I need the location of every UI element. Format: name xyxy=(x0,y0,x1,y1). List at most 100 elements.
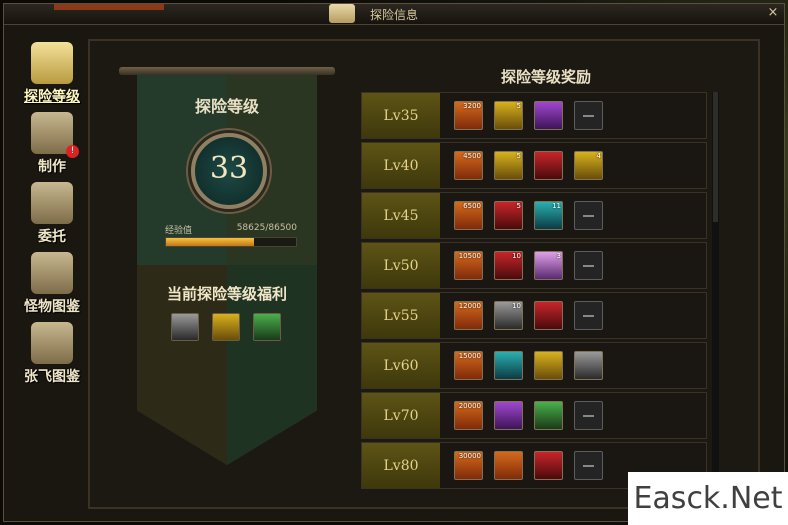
gray-item-icon[interactable]: 10 xyxy=(494,301,523,330)
gems-item-icon[interactable]: 5 xyxy=(494,101,523,130)
window-title: 探险信息 xyxy=(369,8,418,22)
gold-item-icon[interactable]: 30000 xyxy=(454,451,483,480)
gold-item-icon[interactable]: 6500 xyxy=(454,201,483,230)
level-banner: 探险等级 33 经验值 58625/86500 当前探险等级福利 xyxy=(119,67,335,487)
anvil-icon: ! xyxy=(31,112,79,158)
gold-item-icon[interactable]: 4500 xyxy=(454,151,483,180)
exp-progress-fill xyxy=(166,238,255,246)
item-count: 5 xyxy=(516,202,521,210)
red-item-icon[interactable] xyxy=(534,151,563,180)
current-level: 33 xyxy=(209,151,249,186)
reward-items: 4500 5 4 xyxy=(454,151,603,180)
item-count: 30000 xyxy=(458,452,481,460)
reward-level-label: Lv50 xyxy=(362,243,440,288)
gold-item-icon[interactable] xyxy=(494,451,523,480)
sidebar-item-craft[interactable]: ! 制作 xyxy=(17,112,87,178)
item-count: 3 xyxy=(556,252,561,260)
item-count: 4500 xyxy=(463,152,481,160)
exp-progress-bar xyxy=(165,237,297,247)
crossed-swords-icon[interactable] xyxy=(171,313,199,341)
item-count: 11 xyxy=(552,202,561,210)
reward-items: 30000 xyxy=(454,451,603,480)
sidebar-item-commission[interactable]: 委托 xyxy=(17,182,87,248)
red-item-icon[interactable]: 5 xyxy=(494,201,523,230)
red-item-icon[interactable] xyxy=(534,301,563,330)
pink-item-icon[interactable]: 3 xyxy=(534,251,563,280)
alert-badge: ! xyxy=(66,145,79,158)
empty-slot xyxy=(574,401,603,430)
red-item-icon[interactable]: 10 xyxy=(494,251,523,280)
gold-item-icon[interactable]: 20000 xyxy=(454,401,483,430)
empty-slot xyxy=(574,101,603,130)
sidebar-item-label: 探险等级 xyxy=(24,89,80,105)
reward-items: 15000 xyxy=(454,351,603,380)
sidebar-item-label: 张飞图鉴 xyxy=(24,369,80,385)
benefit-icons xyxy=(171,313,291,341)
reward-row: Lv50 10500 10 3 xyxy=(361,242,707,289)
reward-row: Lv35 3200 5 xyxy=(361,92,707,139)
title-bar[interactable]: 探险信息 × xyxy=(4,4,784,25)
reward-level-label: Lv80 xyxy=(362,443,440,488)
item-count: 10 xyxy=(512,302,521,310)
banner-title: 探险等级 xyxy=(194,97,259,116)
rewards-list: Lv35 3200 5 Lv40 4500 5 4 Lv45 6500 5 11 Lv50 10500 1… xyxy=(361,92,707,490)
blue-item-icon[interactable]: 11 xyxy=(534,201,563,230)
rewards-title: 探险等级奖励 xyxy=(500,68,591,86)
item-count: 10500 xyxy=(458,252,481,260)
gems-item-icon[interactable]: 4 xyxy=(574,151,603,180)
gold-item-icon[interactable]: 15000 xyxy=(454,351,483,380)
item-count: 5 xyxy=(516,102,521,110)
item-count: 10 xyxy=(512,252,521,260)
sidebar: 探险等级 ! 制作 委托 怪物图鉴 张飞图鉴 xyxy=(13,30,89,520)
armor-icon xyxy=(31,322,73,364)
reward-row: Lv70 20000 xyxy=(361,392,707,439)
purple-item-icon[interactable] xyxy=(534,101,563,130)
red-item-icon[interactable] xyxy=(534,451,563,480)
empty-slot xyxy=(574,301,603,330)
monster-helmet-icon xyxy=(31,252,73,294)
reward-row: Lv40 4500 5 4 xyxy=(361,142,707,189)
gold-item-icon[interactable]: 3200 xyxy=(454,101,483,130)
blue-item-icon[interactable] xyxy=(494,351,523,380)
reward-level-label: Lv60 xyxy=(362,343,440,388)
benefit-title: 当前探险等级福利 xyxy=(166,285,287,303)
gold-item-icon[interactable]: 12000 xyxy=(454,301,483,330)
sidebar-item-zhangfei-codex[interactable]: 张飞图鉴 xyxy=(17,322,87,388)
watermark: Easck.Net xyxy=(628,472,788,525)
purple-item-icon[interactable] xyxy=(494,401,523,430)
reward-items: 3200 5 xyxy=(454,101,603,130)
exp-value: 58625/86500 xyxy=(236,223,297,233)
close-icon[interactable]: × xyxy=(766,6,780,20)
gray-item-icon[interactable] xyxy=(574,351,603,380)
reward-items: 12000 10 xyxy=(454,301,603,330)
green-gem-icon[interactable] xyxy=(253,313,281,341)
scroll-thumb[interactable] xyxy=(713,92,718,222)
sidebar-item-label: 怪物图鉴 xyxy=(24,299,80,315)
reward-items: 10500 10 3 xyxy=(454,251,603,280)
sidebar-item-adventure-level[interactable]: 探险等级 xyxy=(17,42,87,108)
item-count: 4 xyxy=(596,152,601,160)
item-count: 12000 xyxy=(458,302,481,310)
treasure-map-icon[interactable] xyxy=(212,313,240,341)
empty-slot xyxy=(574,251,603,280)
banner-rod xyxy=(119,67,335,75)
gold-item-icon[interactable]: 10500 xyxy=(454,251,483,280)
gems-item-icon[interactable] xyxy=(534,351,563,380)
reward-items: 6500 5 11 xyxy=(454,201,603,230)
reward-row: Lv45 6500 5 11 xyxy=(361,192,707,239)
green-item-icon[interactable] xyxy=(534,401,563,430)
item-count: 3200 xyxy=(463,102,481,110)
item-count: 6500 xyxy=(463,202,481,210)
sidebar-item-monster-codex[interactable]: 怪物图鉴 xyxy=(17,252,87,318)
empty-slot xyxy=(574,201,603,230)
reward-level-label: Lv45 xyxy=(362,193,440,238)
item-count: 20000 xyxy=(458,402,481,410)
reward-level-label: Lv70 xyxy=(362,393,440,438)
gems-item-icon[interactable]: 5 xyxy=(494,151,523,180)
reward-row: Lv60 15000 xyxy=(361,342,707,389)
exp-label: 经验值 xyxy=(165,226,193,236)
item-count: 15000 xyxy=(458,352,481,360)
rewards-scrollbar[interactable] xyxy=(712,92,719,490)
item-count: 5 xyxy=(516,152,521,160)
sidebar-item-label: 委托 xyxy=(38,229,66,245)
